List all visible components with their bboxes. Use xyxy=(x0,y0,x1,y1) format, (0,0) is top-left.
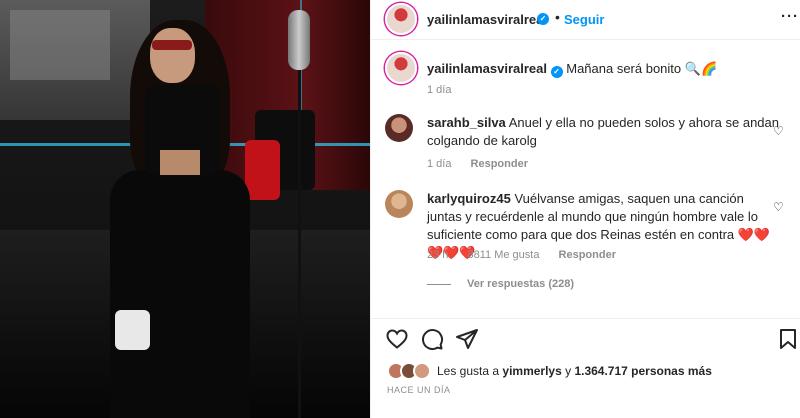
comment-row: karlyquiroz45 Vuélvanse amigas, saquen u… xyxy=(385,190,785,266)
likes-middle: y xyxy=(561,364,575,378)
comment-time[interactable]: 23 h xyxy=(427,249,448,261)
action-bar xyxy=(371,318,800,358)
share-icon[interactable] xyxy=(455,327,479,351)
red-object xyxy=(245,140,280,200)
post-timestamp[interactable]: HACE UN DÍA xyxy=(387,385,451,395)
post-photo[interactable] xyxy=(0,0,370,418)
comment-time[interactable]: 1 día xyxy=(427,158,451,170)
microphone xyxy=(288,10,310,70)
verified-icon: ✓ xyxy=(537,13,549,25)
comment-text-wrap: sarahb_silva Anuel y ella no pueden solo… xyxy=(427,114,782,150)
comment-icon[interactable] xyxy=(420,327,444,351)
red-sunglasses xyxy=(152,40,192,50)
caption-avatar[interactable] xyxy=(385,52,417,84)
reply-button[interactable]: Responder xyxy=(559,249,616,261)
heart-icon[interactable] xyxy=(385,327,409,351)
likes-user[interactable]: yimmerlys xyxy=(502,364,561,378)
caption-meta: 1 día xyxy=(427,84,467,96)
view-replies-button[interactable]: Ver respuestas (228) xyxy=(427,278,574,290)
caption-text: Mañana será bonito 🔍🌈 xyxy=(566,61,718,76)
comment-heart-icon[interactable]: ♡ xyxy=(773,124,785,138)
caption-time[interactable]: 1 día xyxy=(427,84,451,96)
author-username[interactable]: yailinlamasviralreal xyxy=(427,12,547,27)
comment-username[interactable]: karlyquiroz45 xyxy=(427,191,511,206)
separator-dot: • xyxy=(555,9,560,25)
person-legs xyxy=(110,170,250,418)
comment-heart-icon[interactable]: ♡ xyxy=(773,200,785,214)
replies-divider xyxy=(427,283,451,285)
author-avatar[interactable] xyxy=(385,3,417,35)
verified-icon: ✓ xyxy=(550,66,563,78)
likes-summary: Les gusta a yimmerlys y 1.364.717 person… xyxy=(387,361,712,381)
liker-avatar xyxy=(413,362,431,380)
caption-text-wrap: yailinlamasviralreal ✓ Mañana será bonit… xyxy=(427,60,782,78)
likes-prefix: Les gusta a xyxy=(437,364,503,378)
person-face xyxy=(150,28,195,83)
caption-username[interactable]: yailinlamasviralreal xyxy=(427,61,547,76)
liker-avatars[interactable] xyxy=(387,362,433,380)
bookmark-icon[interactable] xyxy=(776,327,800,351)
post-sidebar: yailinlamasviralreal ✓ • Seguir ··· yail… xyxy=(370,0,800,418)
person-waist xyxy=(160,150,200,175)
comment-meta: 1 día Responder xyxy=(427,158,544,170)
comment-avatar[interactable] xyxy=(385,190,413,218)
comment-avatar[interactable] xyxy=(385,114,413,142)
view-replies-label: Ver respuestas (228) xyxy=(467,278,575,290)
likes-count[interactable]: 1.364.717 personas más xyxy=(574,364,711,378)
follow-button[interactable]: Seguir xyxy=(564,12,604,27)
post-header: yailinlamasviralreal ✓ • Seguir ··· xyxy=(371,0,800,40)
comment-likes[interactable]: 8811 Me gusta xyxy=(467,249,539,261)
reply-button[interactable]: Responder xyxy=(471,158,528,170)
more-options-icon[interactable]: ··· xyxy=(781,8,799,25)
comment-meta: 23 h 8811 Me gusta Responder xyxy=(427,249,632,261)
comment-row: sarahb_silva Anuel y ella no pueden solo… xyxy=(385,114,785,174)
likes-text: Les gusta a yimmerlys y 1.364.717 person… xyxy=(437,364,712,378)
sneaker xyxy=(115,310,150,350)
mic-stand xyxy=(298,20,301,418)
studio-panel-light xyxy=(10,10,110,80)
comments-section: yailinlamasviralreal ✓ Mañana será bonit… xyxy=(371,52,800,314)
comment-username[interactable]: sarahb_silva xyxy=(427,115,506,130)
